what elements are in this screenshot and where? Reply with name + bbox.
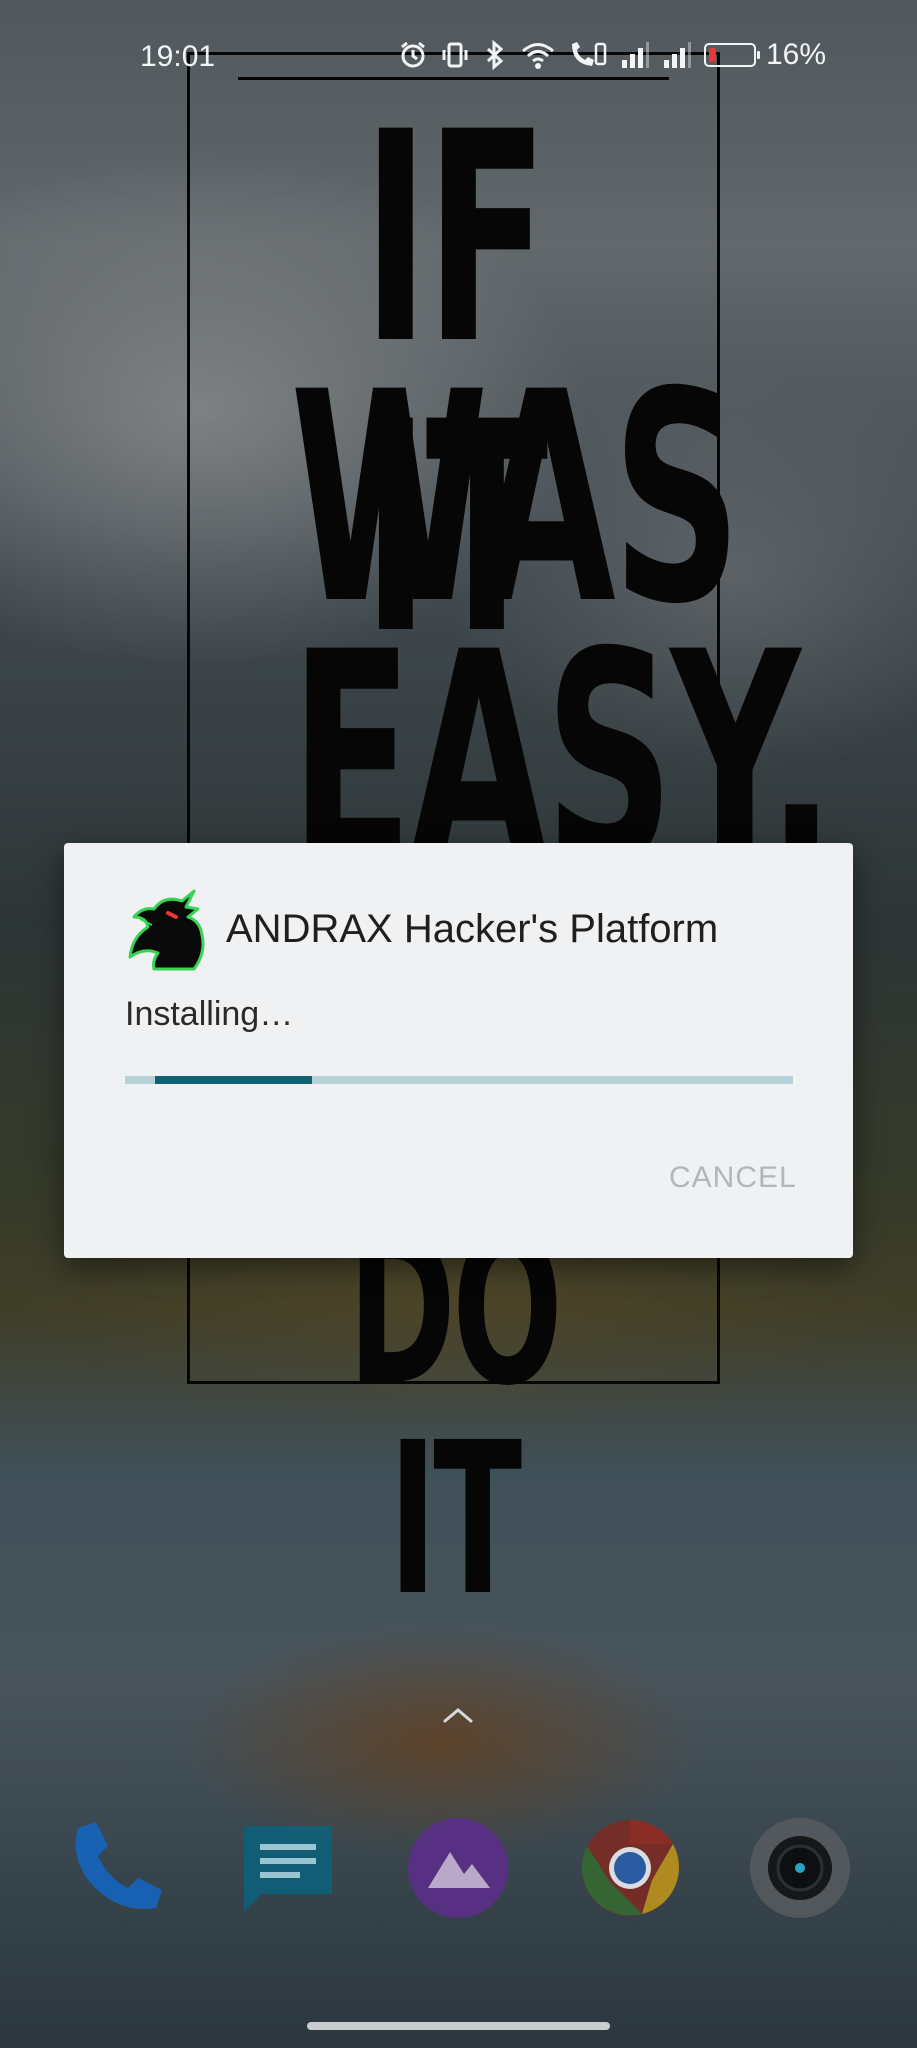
app-drawer-chevron-icon[interactable] xyxy=(442,1706,474,1724)
app-name: ANDRAX Hacker's Platform xyxy=(226,907,719,951)
bluetooth-icon xyxy=(486,40,504,70)
install-dialog: ANDRAX Hacker's Platform Installing… CAN… xyxy=(64,843,853,1258)
battery-indicator: 16% xyxy=(704,38,826,72)
wifi-calling-icon xyxy=(572,42,607,66)
messages-icon[interactable] xyxy=(236,1816,340,1920)
phone-icon[interactable] xyxy=(64,1816,168,1920)
install-progress-bar xyxy=(125,1076,793,1084)
camera-icon[interactable] xyxy=(748,1816,852,1920)
battery-level xyxy=(709,48,717,62)
install-progress-indicator xyxy=(155,1076,313,1084)
cancel-button[interactable]: CANCEL xyxy=(669,1161,797,1195)
vibrate-icon xyxy=(442,42,468,68)
home-gesture-handle[interactable] xyxy=(307,2022,610,2030)
signal-icon xyxy=(622,42,649,68)
status-bar: 19:01 16% xyxy=(0,0,917,118)
chrome-icon[interactable] xyxy=(578,1816,682,1920)
alarm-icon xyxy=(401,41,425,68)
install-status: Installing… xyxy=(125,995,294,1033)
battery-icon xyxy=(704,43,760,67)
andrax-dragon-icon xyxy=(128,889,205,971)
gallery-icon[interactable] xyxy=(406,1816,510,1920)
signal-icon xyxy=(664,42,691,68)
battery-percent: 16% xyxy=(766,38,827,71)
wifi-icon xyxy=(522,43,554,69)
status-time: 19:01 xyxy=(140,40,216,73)
status-icons: 16% xyxy=(398,38,826,72)
